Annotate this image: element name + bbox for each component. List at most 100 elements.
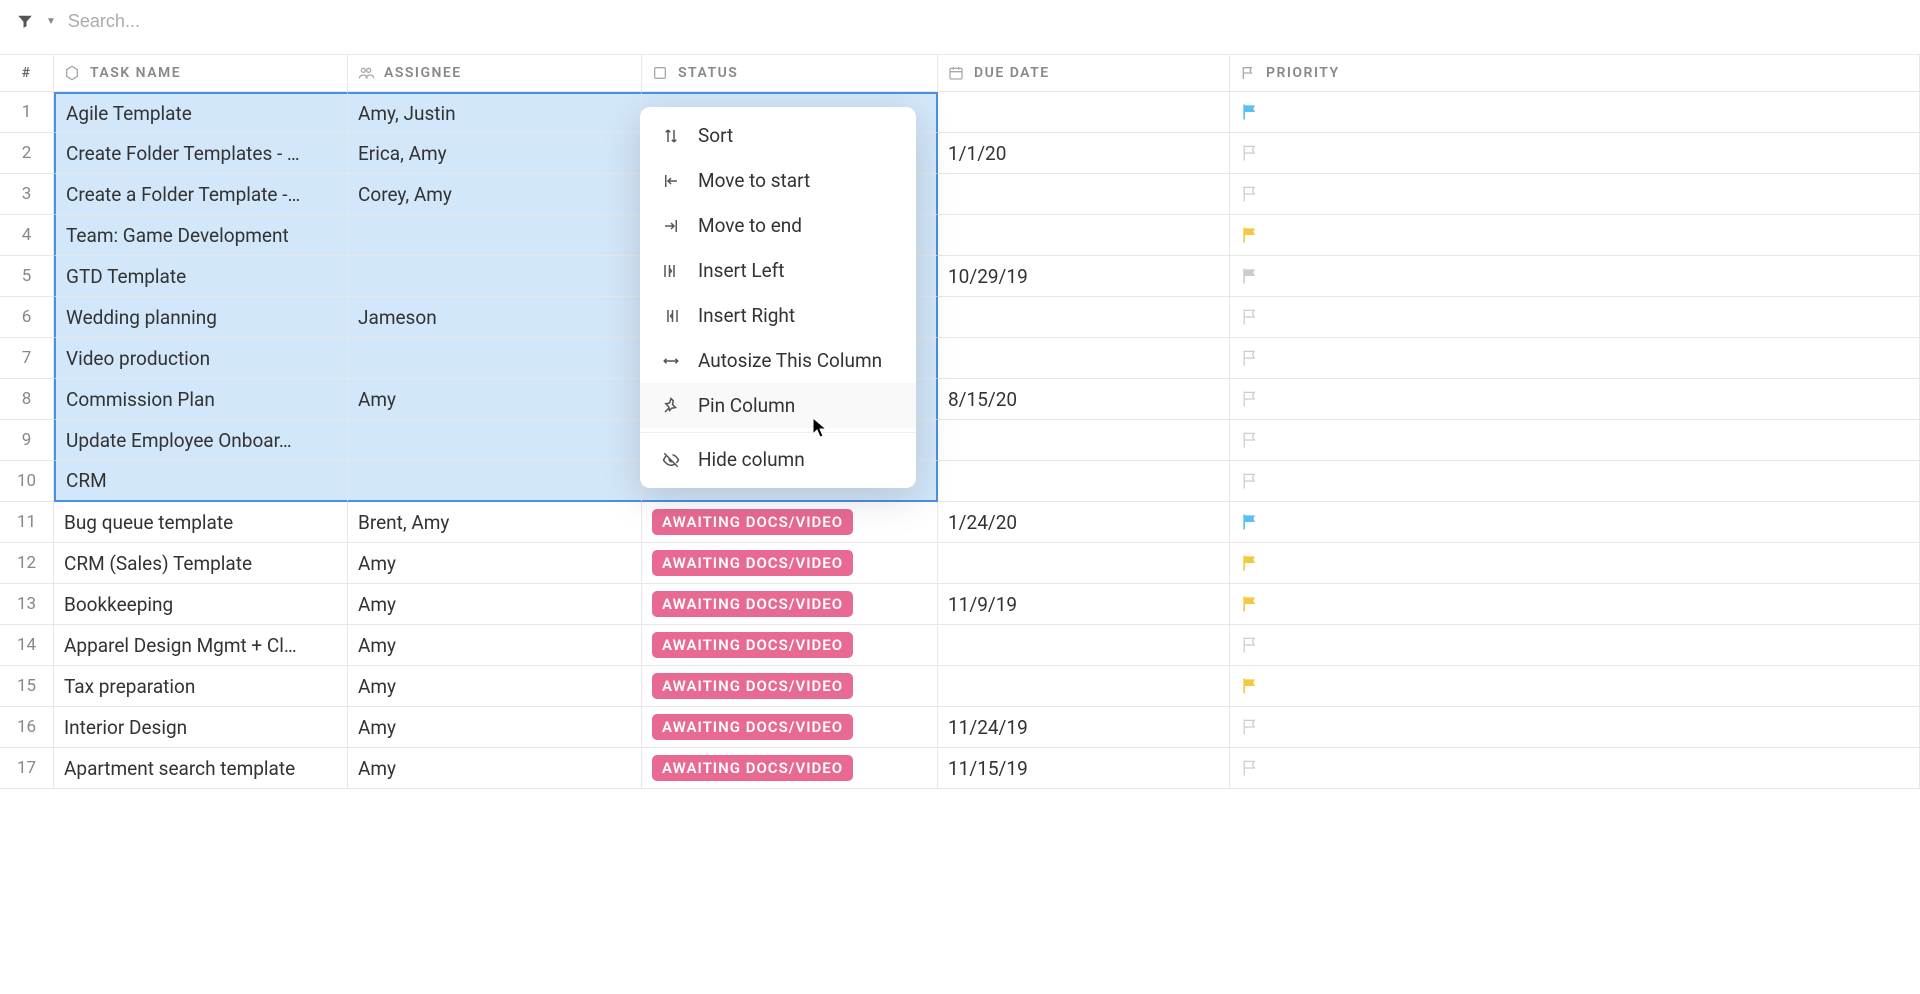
priority-cell[interactable] <box>1230 666 1920 707</box>
status-cell[interactable]: AWAITING DOCS/VIDEO <box>642 748 938 789</box>
assignee-cell[interactable]: Amy <box>348 584 642 625</box>
search-input[interactable] <box>68 11 368 32</box>
assignee-cell[interactable]: Erica, Amy <box>348 133 642 174</box>
row-number[interactable]: 16 <box>0 707 54 748</box>
row-number[interactable]: 4 <box>0 215 54 256</box>
priority-cell[interactable] <box>1230 543 1920 584</box>
due-date-cell[interactable] <box>938 625 1230 666</box>
column-header-assignee[interactable]: ASSIGNEE <box>348 54 642 92</box>
due-date-cell[interactable] <box>938 338 1230 379</box>
task-name-cell[interactable]: Interior Design <box>54 707 348 748</box>
priority-cell[interactable] <box>1230 461 1920 502</box>
due-date-cell[interactable] <box>938 461 1230 502</box>
menu-item-autosize[interactable]: Autosize This Column <box>640 338 916 383</box>
assignee-cell[interactable]: Amy, Justin <box>348 92 642 133</box>
due-date-cell[interactable]: 8/15/20 <box>938 379 1230 420</box>
assignee-cell[interactable]: Jameson <box>348 297 642 338</box>
due-date-cell[interactable] <box>938 92 1230 133</box>
priority-cell[interactable] <box>1230 256 1920 297</box>
task-name-cell[interactable]: Create Folder Templates - … <box>54 133 348 174</box>
assignee-cell[interactable] <box>348 461 642 502</box>
column-header-task-name[interactable]: TASK NAME <box>54 54 348 92</box>
task-name-cell[interactable]: Bug queue template <box>54 502 348 543</box>
row-number[interactable]: 15 <box>0 666 54 707</box>
assignee-cell[interactable] <box>348 420 642 461</box>
priority-cell[interactable] <box>1230 707 1920 748</box>
task-name-cell[interactable]: Create a Folder Template -… <box>54 174 348 215</box>
status-cell[interactable]: AWAITING DOCS/VIDEO <box>642 707 938 748</box>
menu-item-move-end[interactable]: Move to end <box>640 203 916 248</box>
row-number[interactable]: 7 <box>0 338 54 379</box>
column-header-due-date[interactable]: DUE DATE <box>938 54 1230 92</box>
task-name-cell[interactable]: Update Employee Onboar… <box>54 420 348 461</box>
row-number[interactable]: 17 <box>0 748 54 789</box>
priority-cell[interactable] <box>1230 584 1920 625</box>
priority-cell[interactable] <box>1230 420 1920 461</box>
assignee-cell[interactable]: Amy <box>348 666 642 707</box>
status-cell[interactable]: AWAITING DOCS/VIDEO <box>642 666 938 707</box>
row-number[interactable]: 1 <box>0 92 54 133</box>
assignee-cell[interactable]: Amy <box>348 379 642 420</box>
assignee-cell[interactable]: Amy <box>348 625 642 666</box>
due-date-cell[interactable]: 11/15/19 <box>938 748 1230 789</box>
due-date-cell[interactable] <box>938 543 1230 584</box>
priority-cell[interactable] <box>1230 625 1920 666</box>
filter-dropdown-caret-icon[interactable]: ▼ <box>46 16 56 27</box>
menu-item-insert-left[interactable]: Insert Left <box>640 248 916 293</box>
priority-cell[interactable] <box>1230 92 1920 133</box>
priority-cell[interactable] <box>1230 174 1920 215</box>
task-name-cell[interactable]: CRM <box>54 461 348 502</box>
menu-item-pin-column[interactable]: Pin Column <box>640 383 916 428</box>
task-name-cell[interactable]: Agile Template <box>54 92 348 133</box>
priority-cell[interactable] <box>1230 215 1920 256</box>
due-date-cell[interactable]: 11/9/19 <box>938 584 1230 625</box>
row-number[interactable]: 12 <box>0 543 54 584</box>
status-cell[interactable]: AWAITING DOCS/VIDEO <box>642 625 938 666</box>
due-date-cell[interactable]: 11/24/19 <box>938 707 1230 748</box>
task-name-cell[interactable]: Apartment search template <box>54 748 348 789</box>
status-cell[interactable]: AWAITING DOCS/VIDEO <box>642 502 938 543</box>
row-number[interactable]: 9 <box>0 420 54 461</box>
priority-cell[interactable] <box>1230 338 1920 379</box>
assignee-cell[interactable] <box>348 256 642 297</box>
assignee-cell[interactable]: Corey, Amy <box>348 174 642 215</box>
task-name-cell[interactable]: CRM (Sales) Template <box>54 543 348 584</box>
assignee-cell[interactable]: Amy <box>348 748 642 789</box>
due-date-cell[interactable]: 1/24/20 <box>938 502 1230 543</box>
filter-icon[interactable] <box>16 12 34 30</box>
status-cell[interactable]: AWAITING DOCS/VIDEO <box>642 584 938 625</box>
menu-item-move-start[interactable]: Move to start <box>640 158 916 203</box>
assignee-cell[interactable] <box>348 215 642 256</box>
task-name-cell[interactable]: Wedding planning <box>54 297 348 338</box>
menu-item-sort[interactable]: Sort <box>640 113 916 158</box>
assignee-cell[interactable]: Amy <box>348 707 642 748</box>
row-number[interactable]: 11 <box>0 502 54 543</box>
row-number[interactable]: 3 <box>0 174 54 215</box>
priority-cell[interactable] <box>1230 748 1920 789</box>
due-date-cell[interactable] <box>938 174 1230 215</box>
due-date-cell[interactable] <box>938 420 1230 461</box>
row-number[interactable]: 5 <box>0 256 54 297</box>
priority-cell[interactable] <box>1230 502 1920 543</box>
column-header-status[interactable]: STATUS <box>642 54 938 92</box>
assignee-cell[interactable]: Brent, Amy <box>348 502 642 543</box>
column-header-priority[interactable]: PRIORITY <box>1230 54 1920 92</box>
task-name-cell[interactable]: Bookkeeping <box>54 584 348 625</box>
status-cell[interactable]: AWAITING DOCS/VIDEO <box>642 543 938 584</box>
due-date-cell[interactable]: 1/1/20 <box>938 133 1230 174</box>
priority-cell[interactable] <box>1230 379 1920 420</box>
row-number[interactable]: 8 <box>0 379 54 420</box>
task-name-cell[interactable]: Video production <box>54 338 348 379</box>
priority-cell[interactable] <box>1230 297 1920 338</box>
due-date-cell[interactable] <box>938 297 1230 338</box>
due-date-cell[interactable] <box>938 215 1230 256</box>
column-header-number[interactable]: # <box>0 54 54 92</box>
row-number[interactable]: 2 <box>0 133 54 174</box>
row-number[interactable]: 14 <box>0 625 54 666</box>
task-name-cell[interactable]: Team: Game Development <box>54 215 348 256</box>
due-date-cell[interactable] <box>938 666 1230 707</box>
task-name-cell[interactable]: GTD Template <box>54 256 348 297</box>
due-date-cell[interactable]: 10/29/19 <box>938 256 1230 297</box>
priority-cell[interactable] <box>1230 133 1920 174</box>
assignee-cell[interactable] <box>348 338 642 379</box>
